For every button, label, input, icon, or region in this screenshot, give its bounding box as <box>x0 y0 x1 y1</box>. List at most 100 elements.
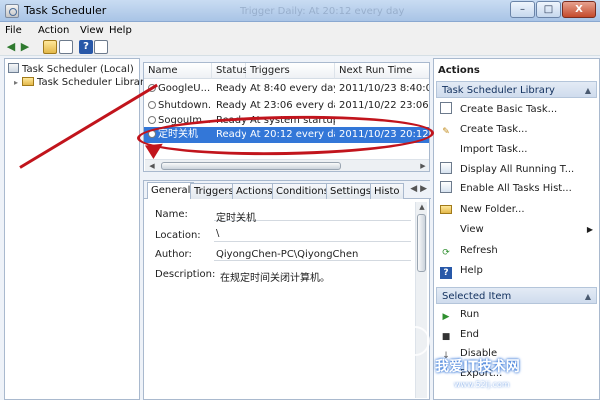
column-header-triggers[interactable]: Triggers <box>246 63 335 79</box>
folder-icon <box>22 77 34 86</box>
tree-label-root: Task Scheduler (Local) <box>22 64 134 75</box>
action-display-running-tasks[interactable]: Display All Running T... <box>440 162 595 178</box>
task-list-horizontal-scrollbar[interactable]: ◀ ▶ <box>145 159 429 171</box>
action-label: View <box>460 224 484 235</box>
action-label: Help <box>460 265 483 276</box>
task-status: Ready <box>216 100 246 111</box>
forward-arrow-icon[interactable]: ▶ <box>18 40 32 54</box>
action-run[interactable]: ▶ Run <box>440 307 595 323</box>
view-icon[interactable] <box>59 40 73 54</box>
import-task-icon <box>440 142 452 154</box>
task-scheduler-window: Task Scheduler Trigger Daily: At 20:12 e… <box>0 0 600 400</box>
minimize-button[interactable]: – <box>510 1 535 18</box>
center-pane: Name Status Triggers Next Run Time Googl… <box>143 58 431 400</box>
folder-up-icon[interactable] <box>43 40 57 54</box>
run-icon: ▶ <box>442 312 450 322</box>
tab-triggers[interactable]: Triggers <box>190 183 238 199</box>
menu-action[interactable]: Action <box>38 25 69 36</box>
menu-file[interactable]: File <box>5 25 22 36</box>
table-row[interactable]: GoogleU... Ready At 8:40 every day 2011/… <box>144 81 429 97</box>
view-icon <box>440 222 452 234</box>
task-name: GoogleU... <box>158 83 210 94</box>
tab-conditions[interactable]: Conditions <box>272 183 333 199</box>
refresh-icon: ⟳ <box>442 248 450 258</box>
scroll-right-icon[interactable]: ▶ <box>417 161 429 171</box>
title-bar: Task Scheduler Trigger Daily: At 20:12 e… <box>0 0 600 22</box>
task-name: Shutdown... <box>158 100 210 111</box>
action-view[interactable]: View ▶ <box>440 222 595 238</box>
close-button[interactable]: X <box>562 1 596 18</box>
section-title: Task Scheduler Library <box>442 85 555 96</box>
action-label: Run <box>460 309 480 320</box>
tab-settings[interactable]: Settings <box>326 183 376 199</box>
back-arrow-icon[interactable]: ◀ <box>4 40 18 54</box>
folder-icon <box>440 205 452 214</box>
watermark-logo-icon <box>400 326 430 356</box>
tab-general[interactable]: General <box>147 182 195 199</box>
location-value: \ <box>216 228 220 239</box>
task-status: Ready <box>216 83 246 94</box>
action-help[interactable]: ? Help <box>440 263 595 279</box>
action-refresh[interactable]: ⟳ Refresh <box>440 243 595 259</box>
author-label: Author: <box>155 249 192 260</box>
window-title: Task Scheduler <box>24 4 107 17</box>
history-icon <box>440 181 452 193</box>
action-create-task[interactable]: ✎ Create Task... <box>440 122 595 138</box>
section-task-scheduler-library[interactable]: Task Scheduler Library ▲ <box>436 81 597 98</box>
task-icon <box>148 116 156 124</box>
tree-label-library: Task Scheduler Library <box>37 77 150 88</box>
location-label: Location: <box>155 230 201 241</box>
task-trigger: At 8:40 every day <box>250 83 335 94</box>
tab-history[interactable]: Histo <box>370 183 404 199</box>
toolbar: ◀ ▶ ? <box>0 39 600 56</box>
section-title: Selected Item <box>442 291 512 302</box>
computer-clock-icon <box>8 63 19 73</box>
action-label: Import Task... <box>460 144 528 155</box>
submenu-arrow-icon: ▶ <box>586 225 593 234</box>
site-watermark: 我爱IT技术网 www.52ij.com <box>400 326 600 400</box>
tab-actions[interactable]: Actions <box>232 183 277 199</box>
menu-help[interactable]: Help <box>109 25 132 36</box>
task-trigger: At 23:06 every day <box>250 100 335 111</box>
menu-bar: File Action View Help <box>0 22 600 39</box>
menu-view[interactable]: View <box>80 25 104 36</box>
running-tasks-icon <box>440 162 452 174</box>
background-window-text: Trigger Daily: At 20:12 every day <box>240 6 405 17</box>
location-field[interactable] <box>214 228 411 242</box>
details-tab-strip: General Triggers Actions Conditions Sett… <box>144 181 431 199</box>
show-hide-panel-icon[interactable] <box>94 40 108 54</box>
action-label: Display All Running T... <box>460 164 575 175</box>
description-label: Description: <box>155 269 216 280</box>
task-scheduler-app-icon <box>5 4 19 18</box>
column-header-status[interactable]: Status <box>212 63 248 79</box>
tree-expander-icon[interactable]: ▸ <box>14 78 22 87</box>
tree-item-task-scheduler-library[interactable]: ▸ Task Scheduler Library <box>14 77 150 90</box>
collapse-caret-icon[interactable]: ▲ <box>585 288 591 305</box>
action-label: Refresh <box>460 245 498 256</box>
maximize-button[interactable]: □ <box>536 1 561 18</box>
action-label: Create Basic Task... <box>460 104 558 115</box>
column-header-name[interactable]: Name <box>144 63 212 79</box>
column-header-next-run-time[interactable]: Next Run Time <box>335 63 429 79</box>
create-basic-task-icon <box>440 102 452 114</box>
help-icon[interactable]: ? <box>79 40 93 54</box>
name-label: Name: <box>155 209 188 220</box>
collapse-caret-icon[interactable]: ▲ <box>585 82 591 99</box>
action-enable-history[interactable]: Enable All Tasks Hist... <box>440 181 595 197</box>
action-create-basic-task[interactable]: Create Basic Task... <box>440 102 595 118</box>
scroll-left-icon[interactable]: ◀ <box>146 161 158 171</box>
table-row[interactable]: Shutdown... Ready At 23:06 every day 201… <box>144 98 429 114</box>
action-label: New Folder... <box>460 204 525 215</box>
section-selected-item[interactable]: Selected Item ▲ <box>436 287 597 304</box>
task-next-run: 2011/10/23 8:40:00 <box>339 83 429 94</box>
tree-item-task-scheduler-local[interactable]: Task Scheduler (Local) <box>8 63 134 76</box>
scroll-up-icon[interactable]: ▲ <box>416 202 428 212</box>
tab-scroll-arrows-icon[interactable]: ◀ ▶ <box>410 184 427 194</box>
actions-pane-title: Actions <box>438 65 480 76</box>
horizontal-scroll-thumb[interactable] <box>161 162 341 170</box>
action-import-task[interactable]: Import Task... <box>440 142 595 158</box>
action-new-folder[interactable]: New Folder... <box>440 202 595 218</box>
vertical-scroll-thumb[interactable] <box>417 214 426 272</box>
author-value: QiyongChen-PC\QiyongChen <box>216 249 359 260</box>
description-value: 在规定时间关闭计算机。 <box>220 273 330 284</box>
